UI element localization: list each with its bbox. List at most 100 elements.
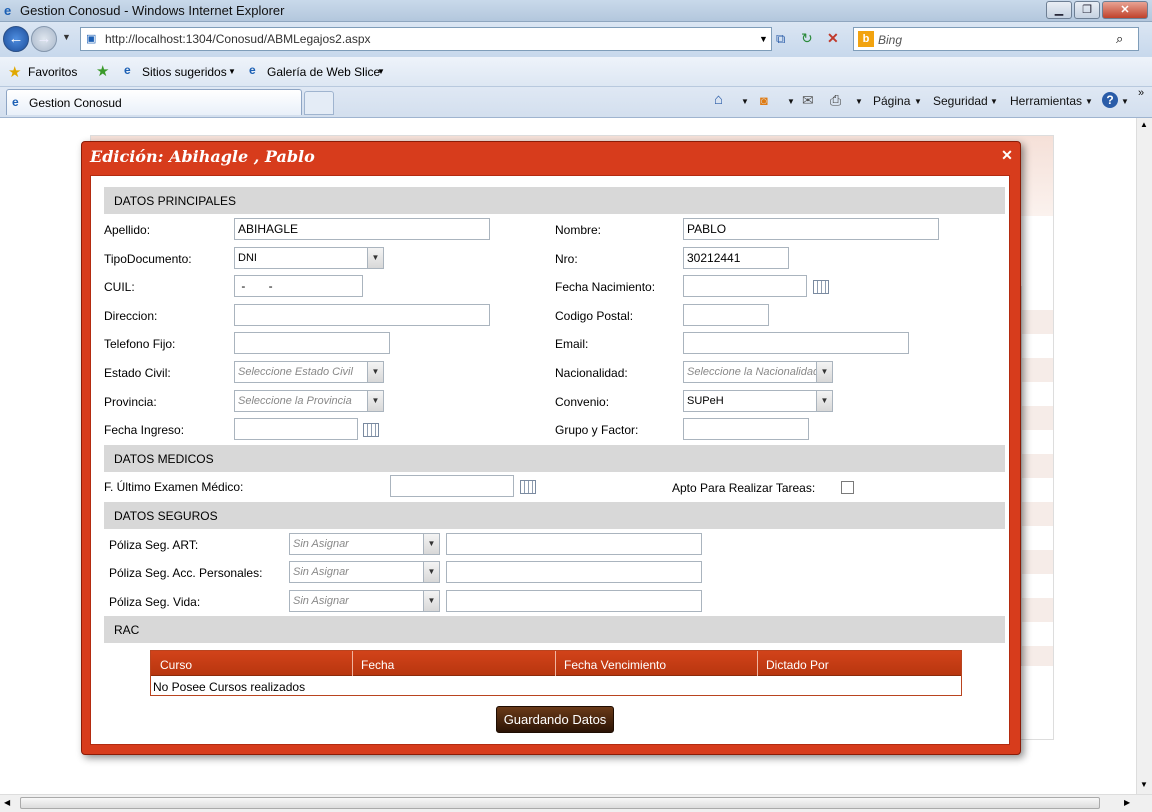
search-box[interactable]: b Bing ⌕ bbox=[853, 27, 1139, 51]
label-fecha-ingreso: Fecha Ingreso: bbox=[104, 423, 185, 437]
cuil-input[interactable]: - - bbox=[234, 275, 363, 297]
scroll-down-icon[interactable]: ▼ bbox=[1140, 780, 1148, 789]
section-datos-seguros: DATOS SEGUROS bbox=[104, 502, 1005, 529]
ie-page-icon: e bbox=[12, 95, 19, 109]
column-fecha-vencimiento[interactable]: Fecha Vencimiento bbox=[564, 658, 666, 672]
background-grid bbox=[1021, 286, 1053, 666]
rss-icon[interactable]: ◙ bbox=[760, 93, 768, 108]
poliza-vida-select[interactable]: Sin Asignar ▼ bbox=[289, 590, 440, 612]
stop-icon[interactable]: ✕ bbox=[827, 30, 839, 47]
horizontal-scrollbar[interactable]: ◀ ▶ bbox=[0, 794, 1152, 812]
scroll-up-icon[interactable]: ▲ bbox=[1140, 120, 1148, 129]
chevron-down-icon: ▼ bbox=[423, 562, 439, 582]
fecha-ingreso-input[interactable] bbox=[234, 418, 358, 440]
chevron-down-icon: ▼ bbox=[367, 391, 383, 411]
label-direccion: Direccion: bbox=[104, 309, 158, 323]
favlink-webslice[interactable]: Galería de Web Slice bbox=[267, 65, 380, 79]
calendar-icon[interactable] bbox=[520, 480, 536, 494]
section-rac: RAC bbox=[104, 616, 1005, 643]
ultimo-examen-input[interactable] bbox=[390, 475, 514, 497]
search-icon[interactable]: ⌕ bbox=[1116, 31, 1123, 47]
scroll-left-icon[interactable]: ◀ bbox=[4, 798, 10, 807]
chevron-down-icon[interactable]: ▼ bbox=[914, 97, 922, 106]
maximize-button[interactable]: ❐ bbox=[1074, 1, 1100, 19]
mail-icon[interactable]: ✉ bbox=[802, 92, 814, 109]
address-bar[interactable]: ▣ http://localhost:1304/Conosud/ABMLegaj… bbox=[80, 27, 772, 51]
label-telefono: Telefono Fijo: bbox=[104, 337, 176, 351]
column-dictado-por[interactable]: Dictado Por bbox=[766, 658, 829, 672]
fecha-nacimiento-input[interactable] bbox=[683, 275, 807, 297]
chevron-down-icon: ▼ bbox=[816, 362, 832, 382]
poliza-acc-select[interactable]: Sin Asignar ▼ bbox=[289, 561, 440, 583]
menu-herramientas[interactable]: Herramientas bbox=[1010, 94, 1082, 108]
chevron-down-icon[interactable]: ▼ bbox=[990, 97, 998, 106]
favlink-sugeridos[interactable]: Sitios sugeridos bbox=[142, 65, 227, 79]
poliza-acc-input[interactable] bbox=[446, 561, 702, 583]
chevron-down-icon: ▼ bbox=[423, 591, 439, 611]
chevron-down-icon[interactable]: ▼ bbox=[228, 67, 236, 76]
chevron-down-icon[interactable]: ▼ bbox=[787, 97, 795, 106]
label-nro: Nro: bbox=[555, 252, 578, 266]
edit-legajo-dialog: Edición: Abihagle , Pablo ✕ DATOS PRINCI… bbox=[81, 141, 1021, 755]
nro-documento-input[interactable]: 30212441 bbox=[683, 247, 789, 269]
poliza-art-select[interactable]: Sin Asignar ▼ bbox=[289, 533, 440, 555]
chevron-down-icon[interactable]: ▼ bbox=[1085, 97, 1093, 106]
label-email: Email: bbox=[555, 337, 589, 351]
close-window-button[interactable]: ✕ bbox=[1102, 1, 1148, 19]
save-button[interactable]: Guardando Datos bbox=[496, 706, 614, 733]
poliza-art-input[interactable] bbox=[446, 533, 702, 555]
home-icon[interactable]: ⌂ bbox=[714, 91, 723, 108]
address-url: http://localhost:1304/Conosud/ABMLegajos… bbox=[105, 32, 371, 46]
grid-empty-message: No Posee Cursos realizados bbox=[153, 680, 306, 694]
column-curso[interactable]: Curso bbox=[160, 658, 192, 672]
column-fecha[interactable]: Fecha bbox=[361, 658, 394, 672]
direccion-input[interactable] bbox=[234, 304, 490, 326]
minimize-button[interactable]: ▁ bbox=[1046, 1, 1072, 19]
new-tab-button[interactable] bbox=[304, 91, 334, 115]
email-input[interactable] bbox=[683, 332, 909, 354]
tab-gestion-conosud[interactable]: e Gestion Conosud bbox=[6, 89, 302, 115]
chevron-down-icon[interactable]: ▼ bbox=[741, 97, 749, 106]
convenio-select[interactable]: SUPeH ▼ bbox=[683, 390, 833, 412]
navigation-bar: ← → ▼ ▣ http://localhost:1304/Conosud/AB… bbox=[0, 22, 1152, 57]
label-poliza-acc: Póliza Seg. Acc. Personales: bbox=[109, 566, 263, 580]
poliza-vida-input[interactable] bbox=[446, 590, 702, 612]
favorites-button[interactable]: Favoritos bbox=[28, 65, 77, 79]
forward-button[interactable]: → bbox=[31, 26, 57, 52]
tipo-documento-select[interactable]: DNI ▼ bbox=[234, 247, 384, 269]
chevron-down-icon[interactable]: ▼ bbox=[377, 67, 385, 76]
calendar-icon[interactable] bbox=[813, 280, 829, 294]
nacionalidad-select[interactable]: Seleccione la Nacionalidad ▼ bbox=[683, 361, 833, 383]
refresh-icon[interactable]: ↻ bbox=[801, 30, 813, 47]
scroll-right-icon[interactable]: ▶ bbox=[1124, 798, 1130, 807]
more-commands-icon[interactable]: » bbox=[1138, 87, 1144, 99]
apellido-input[interactable]: ABIHAGLE bbox=[234, 218, 490, 240]
provincia-select[interactable]: Seleccione la Provincia ▼ bbox=[234, 390, 384, 412]
menu-seguridad[interactable]: Seguridad bbox=[933, 94, 988, 108]
help-icon[interactable]: ? bbox=[1102, 92, 1118, 108]
chevron-down-icon[interactable]: ▼ bbox=[855, 97, 863, 106]
history-dropdown-icon[interactable]: ▼ bbox=[62, 32, 71, 42]
chevron-down-icon[interactable]: ▼ bbox=[1121, 97, 1129, 106]
bing-logo-icon: b bbox=[858, 31, 874, 47]
telefono-input[interactable] bbox=[234, 332, 390, 354]
menu-pagina[interactable]: Página bbox=[873, 94, 910, 108]
grupo-factor-input[interactable] bbox=[683, 418, 809, 440]
label-grupo-factor: Grupo y Factor: bbox=[555, 423, 639, 437]
label-apellido: Apellido: bbox=[104, 223, 151, 237]
apto-tareas-checkbox[interactable] bbox=[841, 481, 854, 494]
horizontal-scroll-thumb[interactable] bbox=[20, 797, 1100, 809]
tab-bar: e Gestion Conosud ⌂ ▼ ◙ ▼ ✉ ⎙ ▼ Página ▼… bbox=[0, 87, 1152, 118]
estado-civil-select[interactable]: Seleccione Estado Civil ▼ bbox=[234, 361, 384, 383]
nombre-input[interactable]: PABLO bbox=[683, 218, 939, 240]
codigo-postal-input[interactable] bbox=[683, 304, 769, 326]
compatibility-icon[interactable]: ⧉ bbox=[776, 31, 785, 47]
print-icon[interactable]: ⎙ bbox=[830, 92, 841, 109]
add-favorite-icon[interactable]: ★ bbox=[96, 62, 109, 80]
back-button[interactable]: ← bbox=[3, 26, 29, 52]
chevron-down-icon: ▼ bbox=[367, 362, 383, 382]
close-dialog-icon[interactable]: ✕ bbox=[1000, 148, 1014, 163]
vertical-scrollbar[interactable]: ▲ ▼ bbox=[1136, 118, 1152, 794]
calendar-icon[interactable] bbox=[363, 423, 379, 437]
address-dropdown-icon[interactable]: ▼ bbox=[759, 34, 768, 44]
